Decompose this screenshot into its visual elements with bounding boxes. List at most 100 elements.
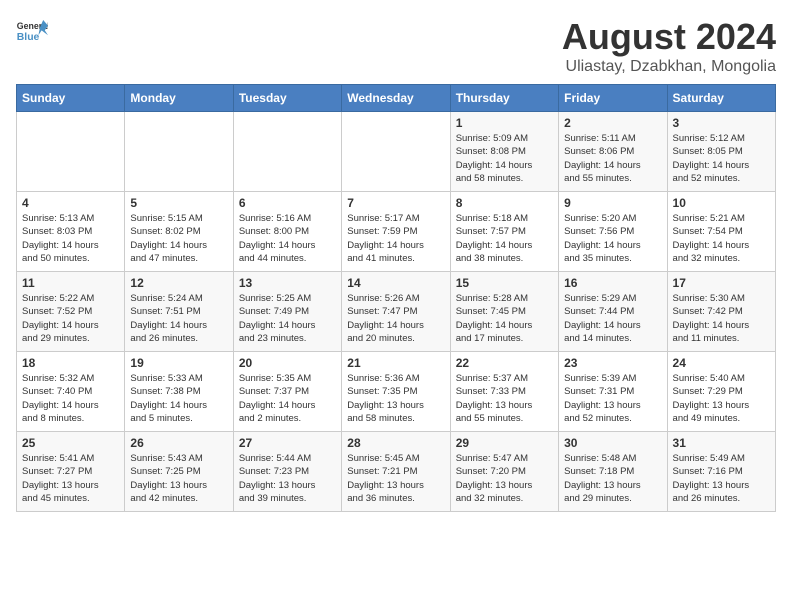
day-number: 27 — [239, 436, 336, 450]
week-row-1: 1 Sunrise: 5:09 AM Sunset: 8:08 PM Daylig… — [17, 112, 776, 192]
calendar-cell: 3 Sunrise: 5:12 AM Sunset: 8:05 PM Daylig… — [667, 112, 775, 192]
day-info: Sunrise: 5:41 AM Sunset: 7:27 PM Dayligh… — [22, 452, 119, 505]
title-area: August 2024 Uliastay, Dzabkhan, Mongolia — [562, 16, 776, 76]
day-info: Sunrise: 5:11 AM Sunset: 8:06 PM Dayligh… — [564, 132, 661, 185]
header-thursday: Thursday — [450, 85, 558, 112]
calendar-cell: 16 Sunrise: 5:29 AM Sunset: 7:44 PM Dayli… — [559, 272, 667, 352]
day-number: 2 — [564, 116, 661, 130]
logo-icon: General Blue — [16, 16, 48, 48]
calendar-cell: 8 Sunrise: 5:18 AM Sunset: 7:57 PM Daylig… — [450, 192, 558, 272]
calendar-cell: 11 Sunrise: 5:22 AM Sunset: 7:52 PM Dayli… — [17, 272, 125, 352]
day-number: 10 — [673, 196, 770, 210]
calendar-cell: 27 Sunrise: 5:44 AM Sunset: 7:23 PM Dayli… — [233, 432, 341, 512]
calendar-cell: 22Sunrise: 5:37 AM Sunset: 7:33 PM Dayli… — [450, 352, 558, 432]
day-info: Sunrise: 5:12 AM Sunset: 8:05 PM Dayligh… — [673, 132, 770, 185]
logo: General Blue — [16, 16, 48, 48]
day-number: 13 — [239, 276, 336, 290]
day-number: 22 — [456, 356, 553, 370]
day-number: 30 — [564, 436, 661, 450]
calendar-cell: 25 Sunrise: 5:41 AM Sunset: 7:27 PM Dayli… — [17, 432, 125, 512]
week-row-4: 18 Sunrise: 5:32 AM Sunset: 7:40 PM Dayli… — [17, 352, 776, 432]
day-number: 4 — [22, 196, 119, 210]
day-info: Sunrise: 5:49 AM Sunset: 7:16 PM Dayligh… — [673, 452, 770, 505]
day-number: 18 — [22, 356, 119, 370]
day-number: 7 — [347, 196, 444, 210]
day-number: 23 — [564, 356, 661, 370]
calendar-cell: 24Sunrise: 5:40 AM Sunset: 7:29 PM Dayli… — [667, 352, 775, 432]
day-number: 21 — [347, 356, 444, 370]
day-number: 14 — [347, 276, 444, 290]
day-number: 6 — [239, 196, 336, 210]
calendar-cell: 4 Sunrise: 5:13 AM Sunset: 8:03 PM Daylig… — [17, 192, 125, 272]
day-info: Sunrise: 5:16 AM Sunset: 8:00 PM Dayligh… — [239, 212, 336, 265]
calendar-header-row: Sunday Monday Tuesday Wednesday Thursday… — [17, 85, 776, 112]
calendar-cell: 31Sunrise: 5:49 AM Sunset: 7:16 PM Dayli… — [667, 432, 775, 512]
day-number: 20 — [239, 356, 336, 370]
day-info: Sunrise: 5:45 AM Sunset: 7:21 PM Dayligh… — [347, 452, 444, 505]
day-number: 3 — [673, 116, 770, 130]
calendar-cell: 5 Sunrise: 5:15 AM Sunset: 8:02 PM Daylig… — [125, 192, 233, 272]
calendar-cell: 1 Sunrise: 5:09 AM Sunset: 8:08 PM Daylig… — [450, 112, 558, 192]
day-info: Sunrise: 5:22 AM Sunset: 7:52 PM Dayligh… — [22, 292, 119, 345]
calendar-cell: 2 Sunrise: 5:11 AM Sunset: 8:06 PM Daylig… — [559, 112, 667, 192]
day-info: Sunrise: 5:39 AM Sunset: 7:31 PM Dayligh… — [564, 372, 661, 425]
day-info: Sunrise: 5:17 AM Sunset: 7:59 PM Dayligh… — [347, 212, 444, 265]
day-info: Sunrise: 5:09 AM Sunset: 8:08 PM Dayligh… — [456, 132, 553, 185]
calendar-cell: 15Sunrise: 5:28 AM Sunset: 7:45 PM Dayli… — [450, 272, 558, 352]
header-sunday: Sunday — [17, 85, 125, 112]
header-friday: Friday — [559, 85, 667, 112]
calendar-cell: 9 Sunrise: 5:20 AM Sunset: 7:56 PM Daylig… — [559, 192, 667, 272]
day-number: 19 — [130, 356, 227, 370]
day-number: 17 — [673, 276, 770, 290]
calendar-cell: 10Sunrise: 5:21 AM Sunset: 7:54 PM Dayli… — [667, 192, 775, 272]
calendar-cell — [342, 112, 450, 192]
calendar-cell: 12 Sunrise: 5:24 AM Sunset: 7:51 PM Dayli… — [125, 272, 233, 352]
day-info: Sunrise: 5:26 AM Sunset: 7:47 PM Dayligh… — [347, 292, 444, 345]
day-info: Sunrise: 5:13 AM Sunset: 8:03 PM Dayligh… — [22, 212, 119, 265]
calendar-cell — [17, 112, 125, 192]
day-info: Sunrise: 5:28 AM Sunset: 7:45 PM Dayligh… — [456, 292, 553, 345]
day-number: 1 — [456, 116, 553, 130]
calendar-cell: 23 Sunrise: 5:39 AM Sunset: 7:31 PM Dayli… — [559, 352, 667, 432]
day-number: 12 — [130, 276, 227, 290]
day-number: 26 — [130, 436, 227, 450]
page-header: General Blue August 2024 Uliastay, Dzabk… — [16, 16, 776, 76]
calendar-cell: 13 Sunrise: 5:25 AM Sunset: 7:49 PM Dayli… — [233, 272, 341, 352]
day-number: 16 — [564, 276, 661, 290]
day-info: Sunrise: 5:20 AM Sunset: 7:56 PM Dayligh… — [564, 212, 661, 265]
day-info: Sunrise: 5:29 AM Sunset: 7:44 PM Dayligh… — [564, 292, 661, 345]
day-info: Sunrise: 5:40 AM Sunset: 7:29 PM Dayligh… — [673, 372, 770, 425]
day-info: Sunrise: 5:35 AM Sunset: 7:37 PM Dayligh… — [239, 372, 336, 425]
calendar-table: Sunday Monday Tuesday Wednesday Thursday… — [16, 84, 776, 512]
day-number: 25 — [22, 436, 119, 450]
day-number: 11 — [22, 276, 119, 290]
day-info: Sunrise: 5:44 AM Sunset: 7:23 PM Dayligh… — [239, 452, 336, 505]
day-number: 9 — [564, 196, 661, 210]
svg-text:Blue: Blue — [17, 32, 40, 43]
day-info: Sunrise: 5:15 AM Sunset: 8:02 PM Dayligh… — [130, 212, 227, 265]
header-monday: Monday — [125, 85, 233, 112]
day-number: 8 — [456, 196, 553, 210]
calendar-cell: 6 Sunrise: 5:16 AM Sunset: 8:00 PM Daylig… — [233, 192, 341, 272]
header-saturday: Saturday — [667, 85, 775, 112]
day-info: Sunrise: 5:32 AM Sunset: 7:40 PM Dayligh… — [22, 372, 119, 425]
day-info: Sunrise: 5:43 AM Sunset: 7:25 PM Dayligh… — [130, 452, 227, 505]
calendar-cell: 30 Sunrise: 5:48 AM Sunset: 7:18 PM Dayli… — [559, 432, 667, 512]
calendar-cell: 17 Sunrise: 5:30 AM Sunset: 7:42 PM Dayli… — [667, 272, 775, 352]
calendar-cell: 20 Sunrise: 5:35 AM Sunset: 7:37 PM Dayli… — [233, 352, 341, 432]
day-info: Sunrise: 5:30 AM Sunset: 7:42 PM Dayligh… — [673, 292, 770, 345]
week-row-3: 11 Sunrise: 5:22 AM Sunset: 7:52 PM Dayli… — [17, 272, 776, 352]
calendar-cell: 19Sunrise: 5:33 AM Sunset: 7:38 PM Dayli… — [125, 352, 233, 432]
calendar-cell: 28 Sunrise: 5:45 AM Sunset: 7:21 PM Dayli… — [342, 432, 450, 512]
day-info: Sunrise: 5:47 AM Sunset: 7:20 PM Dayligh… — [456, 452, 553, 505]
day-number: 29 — [456, 436, 553, 450]
day-info: Sunrise: 5:25 AM Sunset: 7:49 PM Dayligh… — [239, 292, 336, 345]
day-number: 5 — [130, 196, 227, 210]
day-info: Sunrise: 5:48 AM Sunset: 7:18 PM Dayligh… — [564, 452, 661, 505]
calendar-cell — [233, 112, 341, 192]
calendar-cell: 14 Sunrise: 5:26 AM Sunset: 7:47 PM Dayli… — [342, 272, 450, 352]
day-info: Sunrise: 5:24 AM Sunset: 7:51 PM Dayligh… — [130, 292, 227, 345]
day-info: Sunrise: 5:18 AM Sunset: 7:57 PM Dayligh… — [456, 212, 553, 265]
calendar-cell: 21Sunrise: 5:36 AM Sunset: 7:35 PM Dayli… — [342, 352, 450, 432]
day-number: 28 — [347, 436, 444, 450]
